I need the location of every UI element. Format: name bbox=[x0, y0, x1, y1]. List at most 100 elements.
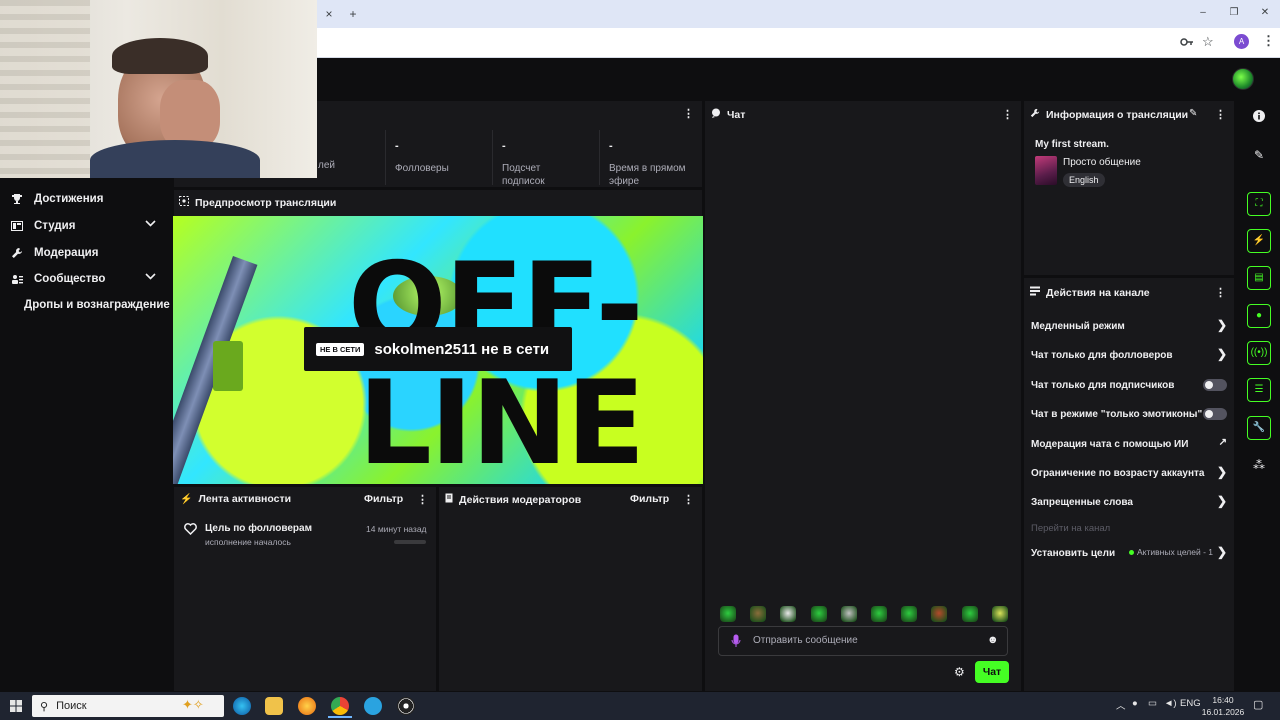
emote-only-toggle[interactable] bbox=[1203, 408, 1227, 420]
modactions-title: Действия модераторов bbox=[459, 493, 582, 506]
action-label: Чат только для фолловеров bbox=[1031, 349, 1173, 361]
tray-network-icon[interactable]: ▭ bbox=[1148, 698, 1157, 709]
chat-emote-icon[interactable] bbox=[901, 606, 918, 622]
sidebar-item-drops[interactable]: Дропы и вознаграждение bbox=[24, 299, 170, 311]
app-icon-orange[interactable] bbox=[298, 697, 316, 715]
chat-emote-icon[interactable] bbox=[931, 606, 948, 622]
category-box-art bbox=[1035, 156, 1057, 185]
chat-emote-icon[interactable] bbox=[720, 606, 736, 622]
notification-center-icon[interactable]: ▢ bbox=[1253, 698, 1263, 711]
edge-browser-icon[interactable] bbox=[233, 697, 251, 715]
microphone-icon[interactable] bbox=[731, 634, 741, 651]
rail-chat-icon[interactable]: ● bbox=[1247, 304, 1271, 328]
chat-send-button[interactable]: Чат bbox=[975, 661, 1009, 683]
goto-channel-link[interactable]: Перейти на канал bbox=[1031, 523, 1110, 534]
wrench-icon bbox=[10, 246, 24, 260]
chat-emote-icon[interactable] bbox=[750, 606, 767, 622]
chevron-down-icon[interactable] bbox=[145, 219, 156, 230]
telegram-icon[interactable] bbox=[364, 697, 382, 715]
sidebar-item-moderation[interactable]: Модерация bbox=[10, 242, 162, 264]
chat-settings-gear-icon[interactable]: ⚙ bbox=[954, 665, 965, 679]
tray-language[interactable]: ENG bbox=[1180, 698, 1201, 709]
chrome-browser-icon[interactable] bbox=[331, 697, 349, 715]
chat-emote-icon[interactable] bbox=[871, 606, 887, 622]
taskbar-search[interactable]: ⚲ Поиск ✦✧ bbox=[32, 695, 224, 717]
rail-document-icon[interactable]: ▤ bbox=[1247, 266, 1271, 290]
action-followers-only[interactable]: Чат только для фолловеров ❯ bbox=[1031, 346, 1227, 364]
obs-studio-icon[interactable] bbox=[397, 697, 415, 715]
rail-broadcast-icon[interactable]: ((•)) bbox=[1247, 341, 1271, 365]
rail-lightning-icon[interactable]: ⚡ bbox=[1247, 229, 1271, 253]
sidebar-item-achievements[interactable]: Достижения bbox=[10, 188, 162, 210]
stat-partial-label: лей bbox=[318, 160, 335, 171]
new-tab-button[interactable]: + bbox=[342, 4, 364, 24]
divider bbox=[599, 130, 600, 185]
action-label: Модерация чата с помощью ИИ bbox=[1031, 438, 1189, 450]
action-label: Запрещенные слова bbox=[1031, 496, 1133, 508]
sidebar-item-studio[interactable]: Студия bbox=[10, 215, 162, 237]
modactions-filter-button[interactable]: Фильтр bbox=[630, 493, 669, 505]
info-icon[interactable] bbox=[1247, 106, 1271, 130]
rail-preview-icon[interactable]: ⛶ bbox=[1247, 192, 1271, 216]
chat-header: Чат bbox=[711, 108, 745, 121]
window-restore-button[interactable]: ❐ bbox=[1223, 3, 1245, 23]
browser-menu-icon[interactable]: ⋮ bbox=[1262, 33, 1275, 49]
person-hair-image bbox=[112, 38, 208, 74]
search-highlight-icon: ✦✧ bbox=[182, 697, 204, 712]
action-account-age[interactable]: Ограничение по возрасту аккаунта ❯ bbox=[1031, 464, 1227, 482]
activity-title: Лента активности bbox=[198, 493, 292, 505]
activity-filter-button[interactable]: Фильтр bbox=[364, 493, 403, 505]
sidebar-item-community[interactable]: Сообщество bbox=[10, 268, 162, 290]
bookmark-star-icon[interactable]: ☆ bbox=[1202, 34, 1214, 50]
curtain-image bbox=[0, 0, 90, 178]
chat-emote-icon[interactable] bbox=[840, 606, 857, 622]
action-banned-words[interactable]: Запрещенные слова ❯ bbox=[1031, 493, 1227, 511]
streaminfo-title: Информация о трансляции bbox=[1046, 108, 1189, 121]
chat-emote-icon[interactable] bbox=[780, 606, 797, 622]
tray-date[interactable]: 16.01.2026 bbox=[1201, 707, 1245, 717]
list-icon bbox=[1030, 286, 1040, 299]
tray-time[interactable]: 16:40 bbox=[1203, 695, 1243, 705]
rail-wrench-icon[interactable]: 🔧 bbox=[1247, 416, 1271, 440]
chat-emote-icon[interactable] bbox=[810, 606, 827, 622]
window-minimize-button[interactable]: – bbox=[1192, 3, 1214, 23]
search-icon: ⚲ bbox=[40, 700, 49, 713]
subscribers-only-toggle[interactable] bbox=[1203, 379, 1227, 391]
streaminfo-more-icon[interactable]: ⋮ bbox=[1215, 108, 1226, 121]
activity-item-sub: исполнение началось bbox=[205, 537, 291, 547]
rail-list-icon[interactable]: ☰ bbox=[1247, 378, 1271, 402]
windows-start-icon[interactable] bbox=[10, 700, 22, 715]
action-label: Чат только для подписчиков bbox=[1031, 379, 1175, 391]
action-set-goals[interactable]: Установить цели Активных целей - 1 ❯ bbox=[1031, 544, 1227, 562]
chat-input[interactable]: Отправить сообщение ☻ bbox=[718, 626, 1008, 656]
edit-icon[interactable]: ✎ bbox=[1247, 143, 1271, 167]
chat-emote-icon[interactable] bbox=[991, 606, 1008, 622]
chat-more-icon[interactable]: ⋮ bbox=[1002, 108, 1013, 121]
tray-chevron-up-icon[interactable]: ︿ bbox=[1116, 698, 1126, 712]
chevron-right-icon: ❯ bbox=[1216, 494, 1227, 508]
password-key-icon[interactable] bbox=[1180, 36, 1194, 48]
chevron-down-icon[interactable] bbox=[145, 272, 156, 283]
file-explorer-icon[interactable] bbox=[265, 697, 283, 715]
stats-more-icon[interactable]: ⋮ bbox=[683, 107, 694, 120]
stream-category: Просто общение bbox=[1063, 157, 1141, 168]
user-avatar[interactable] bbox=[1232, 68, 1254, 90]
channel-actions-more-icon[interactable]: ⋮ bbox=[1215, 286, 1226, 299]
action-label: Чат в режиме "только эмотиконы" bbox=[1031, 408, 1203, 420]
emoji-icon[interactable]: ☻ bbox=[987, 634, 999, 646]
activity-more-icon[interactable]: ⋮ bbox=[417, 493, 428, 506]
tray-microphone-icon[interactable]: ● bbox=[1132, 698, 1138, 709]
edit-pencil-icon[interactable]: ✎ bbox=[1189, 108, 1197, 119]
action-ai-moderation[interactable]: Модерация чата с помощью ИИ ↗ bbox=[1031, 435, 1227, 453]
person-shirt-image bbox=[90, 140, 260, 178]
window-close-button[interactable]: ✕ bbox=[1254, 3, 1276, 23]
close-tab-icon[interactable]: × bbox=[318, 4, 340, 24]
sidebar-item-label: Модерация bbox=[34, 247, 99, 259]
tray-volume-icon[interactable]: ◄) bbox=[1164, 698, 1177, 709]
sidebar-item-label: Сообщество bbox=[34, 273, 106, 285]
rail-add-panel-icon[interactable]: ⁂ bbox=[1247, 453, 1271, 477]
action-slow-mode[interactable]: Медленный режим ❯ bbox=[1031, 317, 1227, 335]
modactions-more-icon[interactable]: ⋮ bbox=[683, 493, 694, 506]
profile-avatar[interactable]: A bbox=[1234, 34, 1249, 49]
chat-emote-icon[interactable] bbox=[961, 606, 978, 622]
